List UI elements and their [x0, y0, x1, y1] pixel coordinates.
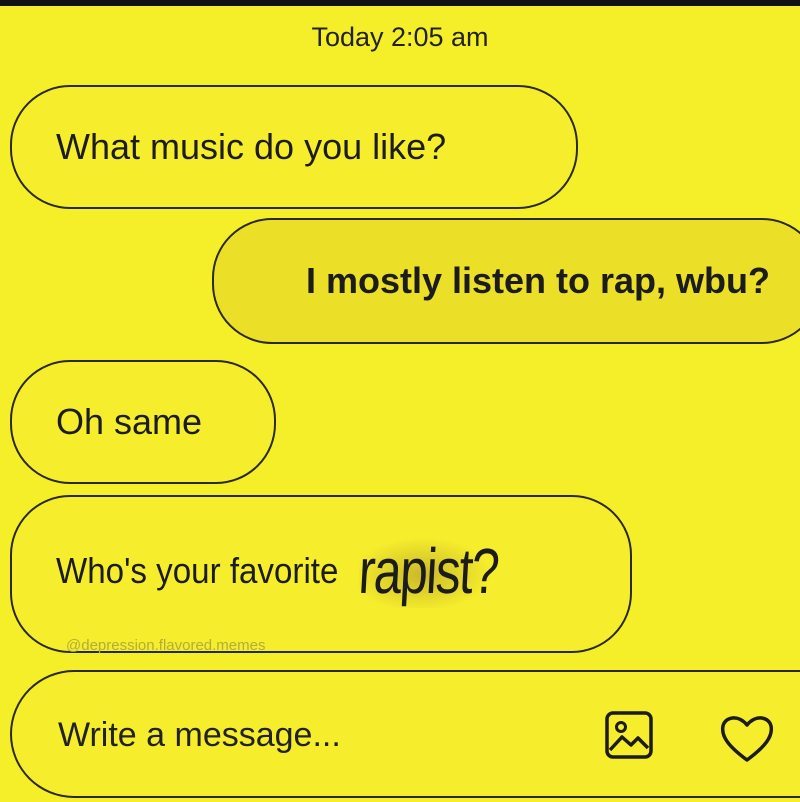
- distorted-word: rapist?: [356, 534, 500, 608]
- message-bubble-incoming[interactable]: Who's your favorite rapist?: [10, 495, 632, 653]
- message-composer[interactable]: Write a message...: [10, 670, 800, 798]
- message-text: I mostly listen to rap, wbu?: [305, 260, 770, 301]
- message-text: Who's your favorite: [56, 550, 339, 591]
- message-input-placeholder[interactable]: Write a message...: [58, 716, 341, 755]
- heart-icon[interactable]: [718, 712, 776, 764]
- top-edge: [0, 0, 800, 6]
- timestamp: Today 2:05 am: [311, 22, 489, 52]
- image-icon[interactable]: [604, 710, 654, 760]
- chat-screen: Today 2:05 am What music do you like? I …: [0, 0, 800, 802]
- message-text: What music do you like?: [56, 126, 447, 167]
- message-bubble-incoming[interactable]: What music do you like?: [10, 85, 578, 209]
- message-bubble-outgoing[interactable]: I mostly listen to rap, wbu?: [212, 218, 800, 344]
- message-bubble-incoming[interactable]: Oh same: [10, 360, 276, 484]
- message-text: Oh same: [56, 401, 203, 442]
- watermark: @depression.flavored.memes: [66, 637, 266, 654]
